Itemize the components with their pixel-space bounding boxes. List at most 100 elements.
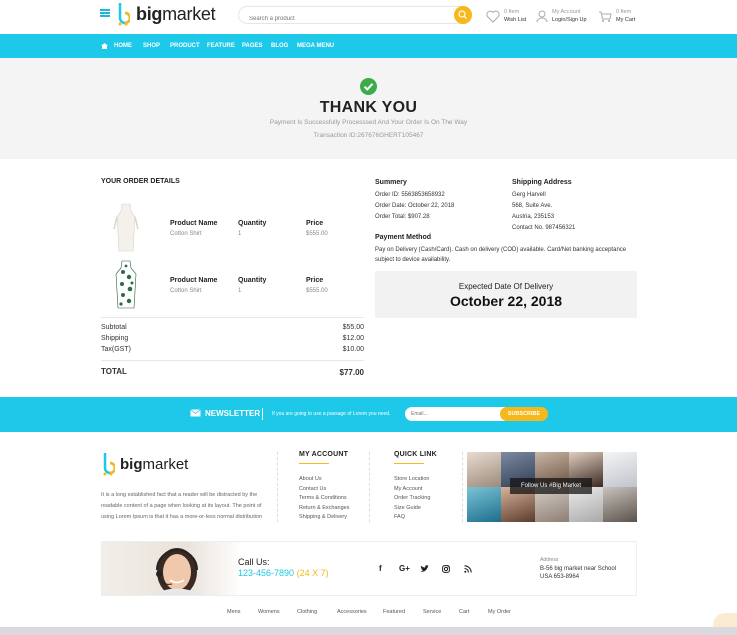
delivery-label: Expected Date Of Delivery [458,282,554,291]
nav-blog[interactable]: BLOG [271,43,288,49]
wishlist-link[interactable]: 0 Item Wish List [486,8,526,24]
page-title: THANK YOU [319,99,418,116]
divider [277,452,278,522]
total-label: TOTAL [101,367,127,376]
bottom-link-mens[interactable]: Mens [227,609,240,615]
newsletter-email-input[interactable] [405,407,505,421]
payment-method-title: Payment Method [375,234,432,241]
bottom-link-featured[interactable]: Featured [383,609,405,615]
instagram-photo[interactable] [467,452,501,487]
user-icon [536,10,548,22]
address-label: Address [540,557,559,563]
account-link[interactable]: My Account Login/Sign Up [536,8,587,24]
footer-link-about[interactable]: About Us [299,476,322,482]
title-underline [394,463,424,464]
footer-link-faq[interactable]: FAQ [394,514,405,520]
subscribe-button[interactable]: SUBSCRIBE [500,407,548,421]
instagram-photo[interactable] [467,487,501,522]
instagram-photo[interactable] [603,452,637,487]
site-header: bigmarket 0 Item Wish List My Account Logi… [0,0,737,34]
summary-title: Summery [375,179,407,186]
bottom-link-service[interactable]: Service [423,609,441,615]
nav-product[interactable]: PRODUCT [170,43,200,49]
newsletter-bar: NEWSLETTER If you are going to use a pas… [0,397,737,432]
nav-mega-menu[interactable]: MEGA MENU [297,43,334,49]
bottom-link-my-order[interactable]: My Order [488,609,511,615]
title-underline [299,463,329,464]
instagram-follow-label[interactable]: Follow Us #Big Market [510,478,592,494]
logo-text: bigmarket [136,3,216,24]
payment-text-2: subject to device availability. [375,257,451,263]
order-details-title: YOUR ORDER DETAILS [101,178,180,185]
hamburger-menu-icon[interactable] [100,9,110,17]
bottom-link-womens[interactable]: Womens [258,609,280,615]
cart-link[interactable]: 0 Item My Cart [598,8,635,24]
wishlist-label: Wish List [504,17,527,23]
contact-strip: Call Us: 123-456-7890 (24 X 7) Address B… [101,541,637,596]
home-icon[interactable] [101,43,108,49]
logo[interactable]: bigmarket [116,2,216,26]
footer-link-returns[interactable]: Return & Exchanges [299,505,349,511]
tax-value: $10.00 [342,346,364,353]
search-icon [458,10,467,19]
nav-home[interactable]: HOME [114,43,132,49]
product-name-label: Product Name [170,220,218,227]
divider [101,317,364,318]
address-line2: USA 653-8964 [540,574,580,580]
footer-link-account[interactable]: My Account [394,486,422,492]
order-date: Order Date: October 22, 2018 [375,203,455,209]
nav-pages[interactable]: PAGES [242,43,263,49]
cart-label: My Cart [616,17,636,23]
price-value: $555.00 [306,288,328,294]
nav-feature[interactable]: FEATURE [207,43,235,49]
google-plus-icon[interactable]: G+ [399,564,410,573]
cart-count: 0 Item [616,9,632,15]
main-nav: HOME SHOP PRODUCT FEATURE PAGES BLOG MEG… [0,34,737,58]
logo-mark-icon [118,3,130,26]
search-input[interactable] [249,16,439,22]
product-image-dress-white[interactable] [111,203,141,253]
shipping-line2: Austria, 235153 [512,214,555,220]
address-line1: B-56 big market near School [540,566,617,572]
my-account-title: MY ACCOUNT [299,451,349,458]
instagram-photo[interactable] [603,487,637,522]
instagram-grid[interactable]: Follow Us #Big Market [467,452,637,522]
footer-link-terms[interactable]: Terms & Conditions [299,495,347,501]
subtotal-value: $55.00 [342,324,364,331]
newsletter-text: If you are going to use a passage of Lor… [272,411,391,417]
quantity-value: 1 [238,231,242,237]
tax-label: Tax(GST) [101,346,131,353]
footer-link-contact[interactable]: Contact Us [299,486,326,492]
bottom-link-cart[interactable]: Cart [459,609,469,615]
transaction-id: Transaction ID:267676GHERT105467 [313,132,424,139]
check-circle-icon [360,78,377,95]
search-button[interactable] [454,6,472,24]
bottom-link-accessories[interactable]: Accessories [337,609,367,615]
phone-number[interactable]: 123-456-7890 (24 X 7) [238,568,329,578]
bottom-link-clothing[interactable]: Clothing [297,609,317,615]
delivery-date-box: Expected Date Of Delivery October 22, 20… [375,271,637,318]
thank-you-banner: THANK YOU Payment Is Successfully Proces… [0,58,737,159]
price-label: Price [306,220,324,227]
account-label-top: My Account [552,9,581,15]
footer-about: It is a long established fact that a rea… [101,492,263,520]
support-agent-photo [102,542,242,596]
footer-link-size[interactable]: Size Guide [394,505,421,511]
footer-logo[interactable]: bigmarket [101,452,188,476]
quick-link-title: QUICK LINK [394,451,437,458]
instagram-icon[interactable] [442,565,450,573]
footer-link-store[interactable]: Store Location [394,476,429,482]
total-value: $77.00 [339,368,364,377]
footer-link-shipping[interactable]: Shipping & Delivery [299,514,347,520]
shipping-address-title: Shipping Address [512,179,572,186]
rss-icon[interactable] [464,565,472,573]
product-image-dress-print[interactable] [111,260,141,310]
footer-link-tracking[interactable]: Order Tracking [394,495,430,501]
twitter-icon[interactable] [420,565,429,573]
quantity-value: 1 [238,288,242,294]
nav-shop[interactable]: SHOP [143,43,160,49]
divider [101,360,364,361]
divider [369,452,370,522]
facebook-icon[interactable]: f [379,564,382,573]
logo-mark-icon [103,453,115,476]
